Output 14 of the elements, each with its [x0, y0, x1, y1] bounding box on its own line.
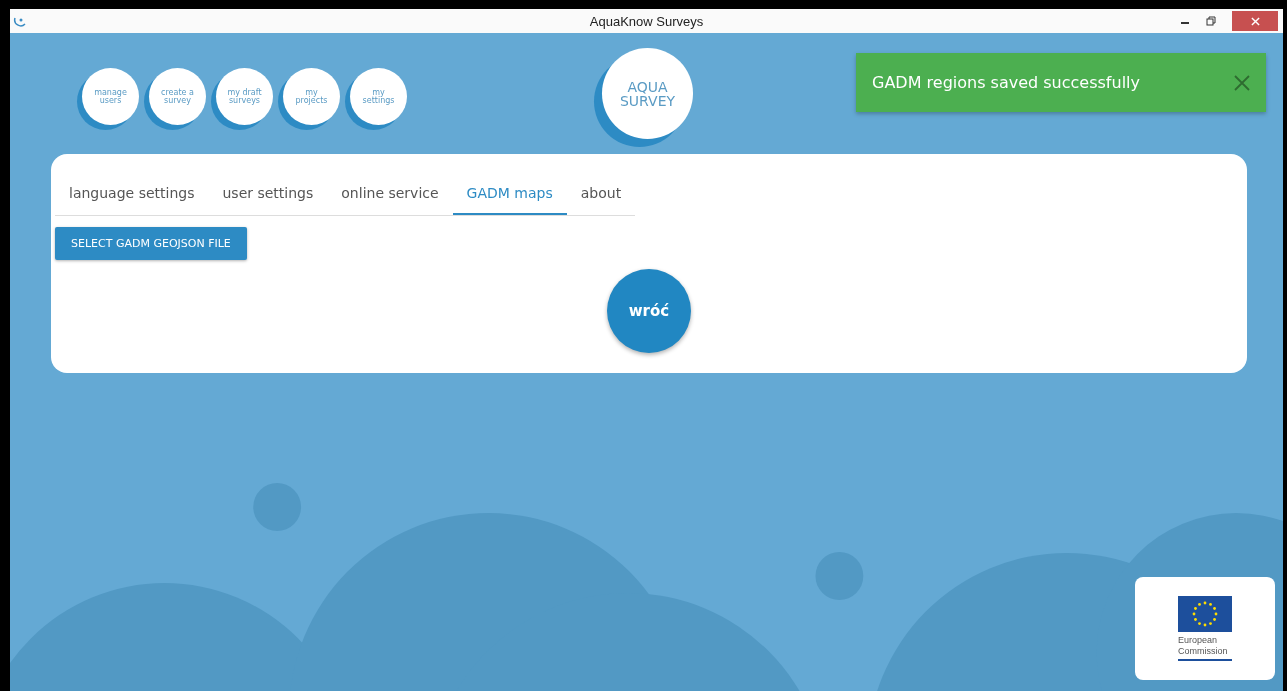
restore-icon[interactable]	[1206, 16, 1216, 26]
eu-flag-icon	[1178, 596, 1232, 633]
settings-tab[interactable]: user settings	[208, 176, 328, 215]
select-file-button[interactable]: SELECT GADM GEOJSON FILE	[55, 227, 247, 260]
close-button[interactable]	[1232, 11, 1278, 31]
close-icon	[1250, 16, 1260, 26]
eu-logo-text: European Commission	[1178, 635, 1228, 657]
window-title: AquaKnow Surveys	[589, 13, 704, 29]
settings-tab[interactable]: GADM maps	[452, 176, 567, 215]
back-button[interactable]: wróć	[607, 269, 691, 353]
settings-tab[interactable]: language settings	[55, 176, 209, 215]
toast-message: GADM regions saved successfully	[872, 73, 1140, 92]
settings-tab[interactable]: online service	[327, 176, 453, 215]
settings-tab[interactable]: about	[566, 176, 636, 215]
